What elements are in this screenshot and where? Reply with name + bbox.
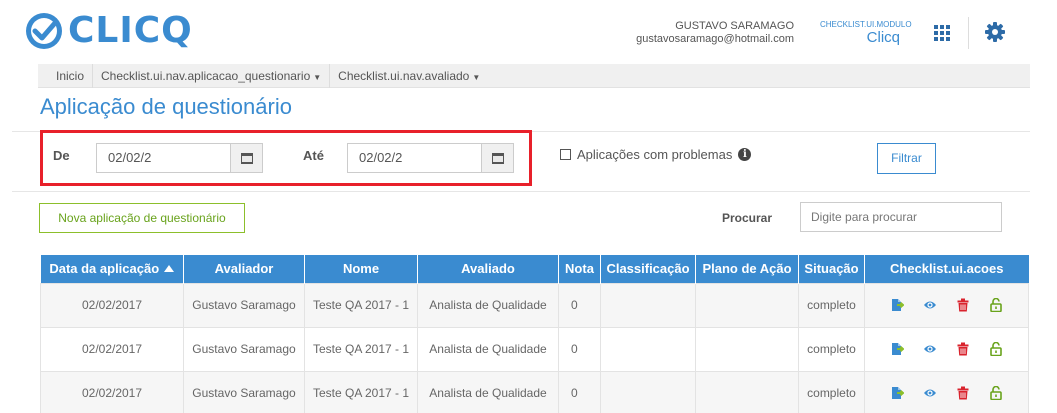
cell-acoes <box>864 282 1029 328</box>
search-label: Procurar <box>722 211 773 225</box>
applications-table: Data da aplicação Avaliador Nome Avaliad… <box>40 255 1029 413</box>
user-name: GUSTAVO SARAMAGO <box>675 20 794 32</box>
page-title: Aplicação de questionário <box>40 94 292 119</box>
filter-button[interactable]: Filtrar <box>877 143 936 174</box>
apps-grid-icon[interactable] <box>934 25 950 41</box>
table-row: 02/02/2017 Gustavo Saramago Teste QA 201… <box>40 282 1029 328</box>
export-icon[interactable] <box>890 386 904 400</box>
app-header: CLICQ GUSTAVO SARAMAGO gustavosaramago@h… <box>0 0 1057 64</box>
nav-item-inicio[interactable]: Inicio <box>38 64 92 88</box>
cell-nome: Teste QA 2017 - 1 <box>304 326 418 372</box>
cell-classificacao <box>600 282 696 328</box>
logo[interactable]: CLICQ <box>24 11 193 51</box>
module-value: Clicq <box>866 29 900 46</box>
col-data-aplicacao[interactable]: Data da aplicação <box>40 255 184 283</box>
nav-item-avaliado[interactable]: Checklist.ui.nav.avaliado ▼ <box>330 64 488 88</box>
unlock-icon[interactable] <box>989 342 1003 356</box>
cell-avaliado: Analista de Qualidade <box>417 326 559 372</box>
logo-check-icon <box>26 13 62 49</box>
delete-icon[interactable] <box>956 386 970 400</box>
cell-avaliado: Analista de Qualidade <box>417 282 559 328</box>
cell-data: 02/02/2017 <box>40 282 184 328</box>
col-avaliador[interactable]: Avaliador <box>183 255 305 283</box>
view-icon[interactable] <box>923 386 937 400</box>
delete-icon[interactable] <box>956 298 970 312</box>
cell-nota: 0 <box>558 282 601 328</box>
problems-checkbox-group[interactable]: Aplicações com problemas i <box>560 147 752 162</box>
cell-situacao: completo <box>798 282 865 328</box>
table-row: 02/02/2017 Gustavo Saramago Teste QA 201… <box>40 326 1029 372</box>
problems-label: Aplicações com problemas <box>577 147 733 162</box>
logo-text: CLICQ <box>68 10 193 51</box>
unlock-icon[interactable] <box>989 298 1003 312</box>
unlock-icon[interactable] <box>989 386 1003 400</box>
col-acoes: Checklist.ui.acoes <box>864 255 1029 283</box>
from-date-value[interactable]: 02/02/2 <box>97 144 230 172</box>
cell-nome: Teste QA 2017 - 1 <box>304 282 418 328</box>
col-situacao[interactable]: Situação <box>798 255 865 283</box>
to-date-field[interactable]: 02/02/2 <box>347 143 514 173</box>
export-icon[interactable] <box>890 298 904 312</box>
cell-nota: 0 <box>558 370 601 413</box>
view-icon[interactable] <box>923 298 937 312</box>
col-classificacao[interactable]: Classificação <box>600 255 696 283</box>
cell-plano <box>695 282 799 328</box>
delete-icon[interactable] <box>956 342 970 356</box>
view-icon[interactable] <box>923 342 937 356</box>
breadcrumb-nav: Inicio Checklist.ui.nav.aplicacao_questi… <box>38 63 1030 88</box>
from-date-field[interactable]: 02/02/2 <box>96 143 263 173</box>
col-plano-acao[interactable]: Plano de Ação <box>695 255 799 283</box>
user-info[interactable]: GUSTAVO SARAMAGO gustavosaramago@hotmail… <box>636 20 794 46</box>
header-divider <box>968 17 969 49</box>
cell-avaliador: Gustavo Saramago <box>183 370 305 413</box>
cell-nome: Teste QA 2017 - 1 <box>304 370 418 413</box>
info-icon[interactable]: i <box>738 148 752 161</box>
export-icon[interactable] <box>890 342 904 356</box>
divider <box>12 191 1030 192</box>
cell-situacao: completo <box>798 370 865 413</box>
new-application-button[interactable]: Nova aplicação de questionário <box>39 203 245 233</box>
calendar-icon[interactable] <box>230 144 262 172</box>
cell-classificacao <box>600 326 696 372</box>
gear-icon[interactable] <box>985 22 1005 42</box>
to-date-value[interactable]: 02/02/2 <box>348 144 481 172</box>
cell-classificacao <box>600 370 696 413</box>
date-filter-group: De 02/02/2 Até 02/02/2 <box>40 130 532 186</box>
calendar-icon[interactable] <box>481 144 513 172</box>
table-header-row: Data da aplicação Avaliador Nome Avaliad… <box>40 255 1029 283</box>
col-nota[interactable]: Nota <box>558 255 601 283</box>
cell-avaliador: Gustavo Saramago <box>183 326 305 372</box>
caret-down-icon: ▼ <box>472 72 481 82</box>
module-selector[interactable]: CHECKLIST.UI.MODULO Clicq <box>820 20 912 46</box>
search-input[interactable] <box>800 202 1002 232</box>
cell-data: 02/02/2017 <box>40 326 184 372</box>
cell-data: 02/02/2017 <box>40 370 184 413</box>
cell-plano <box>695 370 799 413</box>
sort-asc-icon <box>164 265 175 273</box>
problems-checkbox[interactable] <box>560 149 571 160</box>
to-label: Até <box>303 148 324 163</box>
table-row: 02/02/2017 Gustavo Saramago Teste QA 201… <box>40 370 1029 413</box>
user-email: gustavosaramago@hotmail.com <box>636 33 794 45</box>
cell-plano <box>695 326 799 372</box>
cell-acoes <box>864 370 1029 413</box>
cell-avaliado: Analista de Qualidade <box>417 370 559 413</box>
cell-situacao: completo <box>798 326 865 372</box>
cell-acoes <box>864 326 1029 372</box>
nav-item-aplicacao-questionario[interactable]: Checklist.ui.nav.aplicacao_questionario ▼ <box>93 64 329 88</box>
cell-nota: 0 <box>558 326 601 372</box>
col-nome[interactable]: Nome <box>304 255 418 283</box>
col-avaliado[interactable]: Avaliado <box>417 255 559 283</box>
from-label: De <box>53 148 70 163</box>
caret-down-icon: ▼ <box>313 72 322 82</box>
cell-avaliador: Gustavo Saramago <box>183 282 305 328</box>
